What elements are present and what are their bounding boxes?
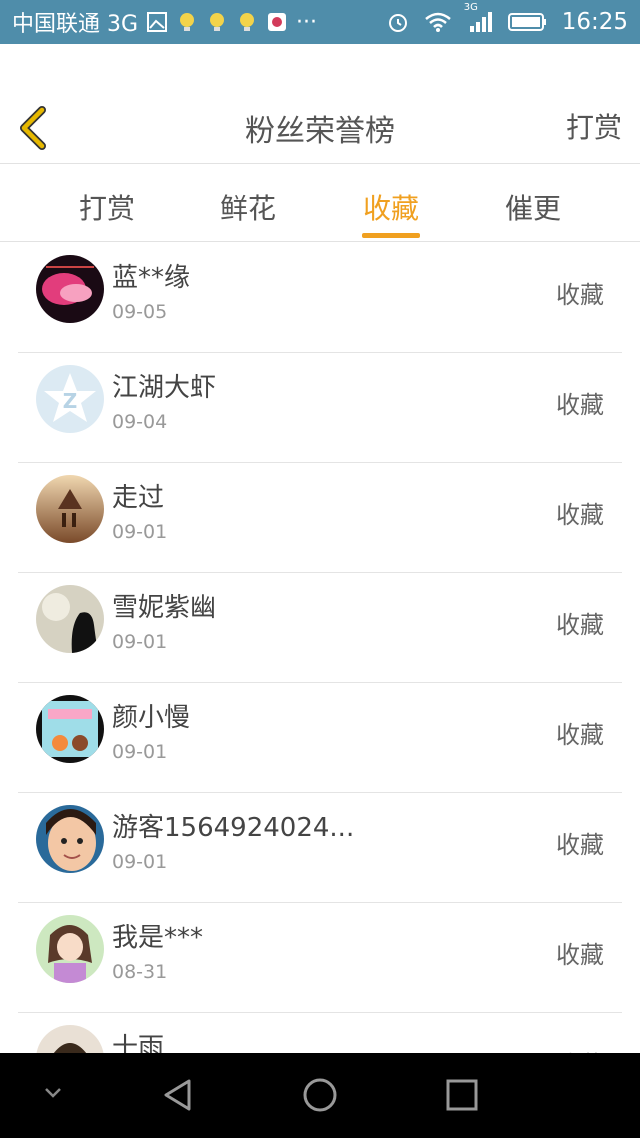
- action-label: 收藏: [556, 611, 604, 639]
- action-date: 09-01: [112, 631, 168, 653]
- list-item[interactable]: 蓝**缘 09-05 收藏: [0, 243, 640, 353]
- chevron-down-icon: [45, 1088, 61, 1098]
- battery-icon: [507, 11, 548, 33]
- avatar: [36, 475, 104, 543]
- system-navigation-bar: [0, 1053, 640, 1138]
- screen: 中国联通 3G ··· 3G 16:25 粉丝荣誉榜 打赏 打赏 鲜花 收藏 催…: [0, 0, 640, 1138]
- action-date: 09-01: [112, 851, 168, 873]
- action-label: 收藏: [556, 941, 604, 969]
- square-recents-icon: [446, 1079, 478, 1111]
- user-name: 颜小慢: [112, 703, 191, 733]
- avatar: Z: [36, 365, 104, 433]
- user-name: 十雨: [112, 1033, 165, 1053]
- action-label: 收藏: [556, 501, 604, 529]
- tab-flowers[interactable]: 鲜花: [198, 187, 298, 227]
- status-bar: 中国联通 3G ··· 3G 16:25: [0, 0, 640, 44]
- tab-reward[interactable]: 打赏: [57, 187, 157, 227]
- signal-icon: 3G: [464, 2, 494, 34]
- fan-list[interactable]: 蓝**缘 09-05 收藏 Z 江湖大虾 09-04 收藏 走过 09-01 收…: [0, 243, 640, 1053]
- tab-active-indicator: [362, 233, 420, 238]
- carrier-label: 中国联通 3G: [12, 12, 139, 37]
- wifi-icon: [424, 11, 452, 33]
- list-item[interactable]: 走过 09-01 收藏: [0, 463, 640, 573]
- page-title: 粉丝荣誉榜: [245, 114, 395, 149]
- more-notifications-icon: ···: [296, 9, 318, 35]
- alarm-icon: [386, 10, 410, 34]
- tab-bar: 打赏 鲜花 收藏 催更: [0, 165, 640, 242]
- avatar: [36, 695, 104, 763]
- action-label: 收藏: [556, 391, 604, 419]
- tab-urge-update[interactable]: 催更: [483, 187, 583, 227]
- list-item[interactable]: 游客1564924024... 09-01 收藏: [0, 793, 640, 903]
- action-date: 09-01: [112, 741, 168, 763]
- action-label: 收藏: [556, 1045, 604, 1053]
- hide-navbar-button[interactable]: [38, 1081, 68, 1109]
- list-item[interactable]: 颜小慢 09-01 收藏: [0, 683, 640, 793]
- user-name: 蓝**缘: [112, 263, 191, 293]
- user-name: 游客1564924024...: [112, 813, 355, 843]
- action-date: 09-05: [112, 301, 168, 323]
- action-date: 09-04: [112, 411, 168, 433]
- action-label: 收藏: [556, 281, 604, 309]
- user-name: 雪妮紫幽: [112, 593, 217, 623]
- home-nav-button[interactable]: [302, 1077, 338, 1117]
- triangle-back-icon: [164, 1079, 191, 1111]
- lightbulb-icon: [206, 10, 228, 34]
- action-label: 收藏: [556, 831, 604, 859]
- image-icon: [146, 11, 168, 33]
- title-bar: 粉丝荣誉榜 打赏: [0, 44, 640, 164]
- list-item[interactable]: 雪妮紫幽 09-01 收藏: [0, 573, 640, 683]
- back-nav-button[interactable]: [160, 1077, 196, 1117]
- user-name: 我是***: [112, 923, 204, 953]
- action-label: 收藏: [556, 721, 604, 749]
- list-item[interactable]: Z 江湖大虾 09-04 收藏: [0, 353, 640, 463]
- user-name: 江湖大虾: [112, 373, 217, 403]
- circle-home-icon: [303, 1078, 337, 1112]
- avatar: [36, 585, 104, 653]
- lightbulb-icon: [236, 10, 258, 34]
- list-item[interactable]: 我是*** 08-31 收藏: [0, 903, 640, 1013]
- avatar: [36, 805, 104, 873]
- svg-text:Z: Z: [63, 389, 78, 413]
- app-icon: [266, 11, 288, 33]
- recent-apps-button[interactable]: [444, 1077, 480, 1117]
- list-item[interactable]: 十雨 收藏: [0, 1013, 640, 1053]
- avatar: [36, 915, 104, 983]
- lightbulb-icon: [176, 10, 198, 34]
- tab-favorites[interactable]: 收藏: [341, 187, 441, 227]
- user-name: 走过: [112, 483, 165, 513]
- action-date: 09-01: [112, 521, 168, 543]
- clock: 16:25: [561, 9, 628, 35]
- avatar: [36, 1025, 104, 1053]
- avatar: [36, 255, 104, 323]
- network-badge: 3G: [463, 2, 478, 13]
- reward-button[interactable]: 打赏: [566, 106, 622, 146]
- action-date: 08-31: [112, 961, 168, 983]
